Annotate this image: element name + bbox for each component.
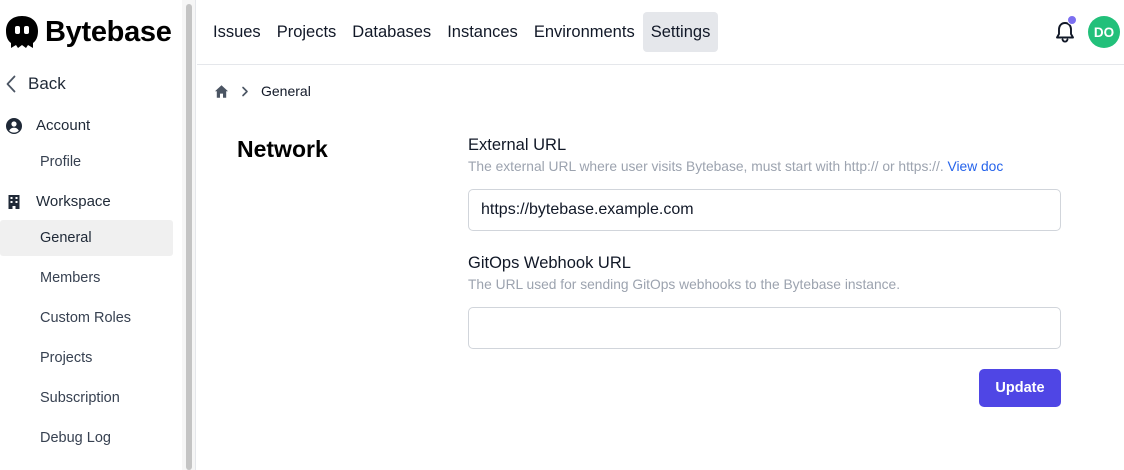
breadcrumb: General bbox=[214, 82, 311, 100]
sidebar-section-account-label: Account bbox=[36, 117, 91, 134]
notification-dot bbox=[1067, 15, 1077, 25]
external-url-label: External URL bbox=[468, 136, 567, 154]
sidebar-item-general[interactable]: General bbox=[0, 220, 173, 256]
bytebase-logo-icon bbox=[6, 16, 38, 48]
sidebar-item-profile[interactable]: Profile bbox=[0, 144, 173, 180]
breadcrumb-current: General bbox=[261, 83, 311, 99]
chevron-left-icon bbox=[6, 75, 16, 93]
sidebar-section-workspace-label: Workspace bbox=[36, 193, 111, 210]
top-bar: Issues Projects Databases Instances Envi… bbox=[197, 0, 1124, 65]
gitops-webhook-url-label: GitOps Webhook URL bbox=[468, 254, 631, 272]
app-name: Bytebase bbox=[45, 15, 172, 48]
top-nav-issues[interactable]: Issues bbox=[205, 12, 269, 52]
top-nav-projects[interactable]: Projects bbox=[269, 12, 345, 52]
top-nav: Issues Projects Databases Instances Envi… bbox=[205, 12, 719, 52]
top-nav-databases[interactable]: Databases bbox=[344, 12, 439, 52]
home-icon[interactable] bbox=[214, 84, 229, 99]
sidebar-item-subscription[interactable]: Subscription bbox=[0, 380, 173, 416]
view-doc-link[interactable]: View doc bbox=[948, 159, 1004, 174]
section-title-network: Network bbox=[237, 136, 328, 162]
top-nav-settings[interactable]: Settings bbox=[642, 12, 719, 52]
gitops-webhook-url-description: The URL used for sending GitOps webhooks… bbox=[468, 277, 901, 292]
sidebar-scrollbar-thumb[interactable] bbox=[186, 4, 192, 470]
sidebar-item-custom-roles[interactable]: Custom Roles bbox=[0, 300, 173, 336]
external-url-description-text: The external URL where user visits Byteb… bbox=[468, 159, 944, 174]
avatar[interactable]: DO bbox=[1088, 16, 1120, 48]
top-nav-environments[interactable]: Environments bbox=[526, 12, 643, 52]
sidebar-section-workspace: Workspace bbox=[6, 193, 111, 210]
chevron-right-icon bbox=[242, 86, 248, 96]
back-button[interactable]: Back bbox=[6, 72, 66, 96]
sidebar: Bytebase Back Account Profile Workspace … bbox=[0, 0, 182, 470]
bytebase-logo[interactable]: Bytebase bbox=[4, 13, 172, 51]
top-nav-instances[interactable]: Instances bbox=[439, 12, 526, 52]
sidebar-scrollbar[interactable] bbox=[182, 0, 196, 470]
external-url-description: The external URL where user visits Byteb… bbox=[468, 159, 1003, 174]
sidebar-item-members[interactable]: Members bbox=[0, 260, 173, 296]
back-label: Back bbox=[28, 74, 66, 93]
sidebar-item-projects[interactable]: Projects bbox=[0, 340, 173, 376]
sidebar-item-debug-log[interactable]: Debug Log bbox=[0, 420, 173, 456]
update-button[interactable]: Update bbox=[979, 369, 1061, 407]
sidebar-section-account: Account bbox=[6, 117, 90, 134]
breadcrumb-separator bbox=[241, 86, 249, 97]
user-circle-icon bbox=[6, 117, 22, 134]
gitops-webhook-url-input[interactable] bbox=[468, 307, 1061, 349]
building-icon bbox=[8, 194, 20, 209]
external-url-input[interactable] bbox=[468, 189, 1061, 231]
